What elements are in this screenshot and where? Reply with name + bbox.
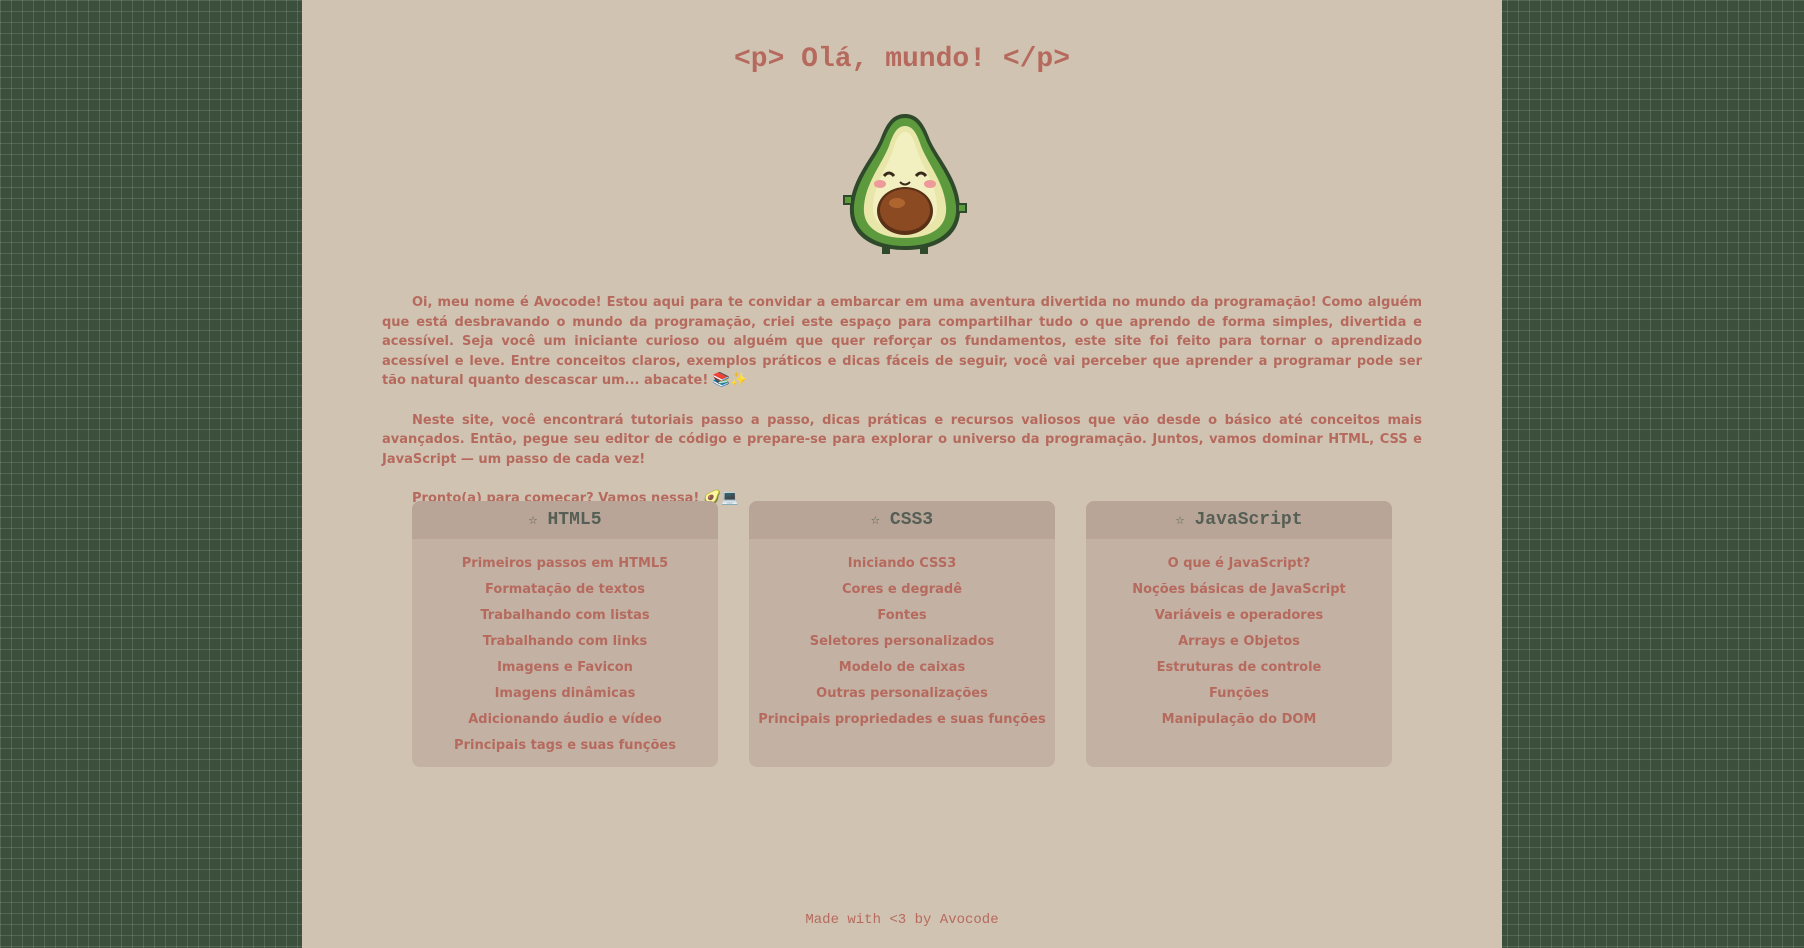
intro-paragraph-1-text: Oi, meu nome é Avocode! Estou aqui para … [382,295,1422,388]
intro-text: Oi, meu nome é Avocode! Estou aqui para … [382,293,1422,529]
intro-paragraph-2: Neste site, você encontrará tutoriais pa… [382,412,1422,467]
star-icon: ☆ [528,512,538,529]
card-css3-header: ☆ CSS3 [749,501,1055,539]
css3-link-item[interactable]: Iniciando CSS3 [749,551,1055,577]
javascript-link-item[interactable]: Manipulação do DOM [1086,707,1392,733]
star-icon: ☆ [870,512,880,529]
css3-link-item[interactable]: Seletores personalizados [749,629,1055,655]
html5-link-item[interactable]: Adicionando áudio e vídeo [412,707,718,733]
card-javascript-header: ☆ JavaScript [1086,501,1392,539]
card-javascript: ☆ JavaScript O que é JavaScript? Noções b… [1086,501,1392,767]
css3-link-item[interactable]: Modelo de caixas [749,655,1055,681]
html5-link-item[interactable]: Imagens e Favicon [412,655,718,681]
html5-link-item[interactable]: Imagens dinâmicas [412,681,718,707]
card-javascript-list: O que é JavaScript? Noções básicas de Ja… [1086,539,1392,733]
css3-link-item[interactable]: Principais propriedades e suas funções [749,707,1055,733]
html5-link-item[interactable]: Formatação de textos [412,577,718,603]
page-title: <p> Olá, mundo! </p> [733,44,1071,75]
javascript-link-item[interactable]: Estruturas de controle [1086,655,1392,681]
html5-link-item[interactable]: Trabalhando com links [412,629,718,655]
card-css3-list: Iniciando CSS3 Cores e degradê Fontes Se… [749,539,1055,733]
footer-credit: Made with <3 by Avocode [805,912,999,928]
star-icon: ☆ [1175,512,1185,529]
avocado-mascot-image [842,110,968,258]
card-html5: ☆ HTML5 Primeiros passos em HTML5 Formata… [412,501,718,767]
card-css3: ☆ CSS3 Iniciando CSS3 Cores e degradê Fon… [749,501,1055,767]
javascript-link-item[interactable]: Noções básicas de JavaScript [1086,577,1392,603]
card-html5-header: ☆ HTML5 [412,501,718,539]
card-html5-title: HTML5 [547,510,602,530]
html5-link-item[interactable]: Primeiros passos em HTML5 [412,551,718,577]
books-sparkles-emoji: 📚✨ [712,372,748,388]
css3-link-item[interactable]: Outras personalizações [749,681,1055,707]
javascript-link-item[interactable]: O que é JavaScript? [1086,551,1392,577]
intro-paragraph-1: Oi, meu nome é Avocode! Estou aqui para … [382,293,1422,391]
html5-link-item[interactable]: Principais tags e suas funções [412,733,718,759]
javascript-link-item[interactable]: Funções [1086,681,1392,707]
html5-link-item[interactable]: Trabalhando com listas [412,603,718,629]
css3-link-item[interactable]: Fontes [749,603,1055,629]
css3-link-item[interactable]: Cores e degradê [749,577,1055,603]
card-html5-list: Primeiros passos em HTML5 Formatação de … [412,539,718,759]
topic-cards: ☆ HTML5 Primeiros passos em HTML5 Formata… [412,501,1392,767]
javascript-link-item[interactable]: Variáveis e operadores [1086,603,1392,629]
card-javascript-title: JavaScript [1194,510,1303,530]
card-css3-title: CSS3 [889,510,934,530]
main-page: <p> Olá, mundo! </p> Oi, meu nome é Avoc… [302,0,1502,948]
javascript-link-item[interactable]: Arrays e Objetos [1086,629,1392,655]
avocado-icon [843,114,967,254]
